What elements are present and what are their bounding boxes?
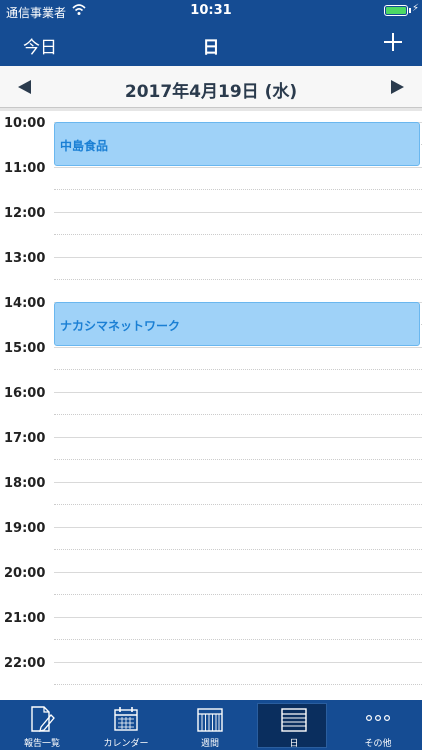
hour-label: 14:00 — [4, 296, 46, 311]
hour-row: 20:00 — [0, 562, 422, 607]
hour-row: 19:00 — [0, 517, 422, 562]
hour-divider — [54, 572, 422, 573]
half-hour-divider — [54, 459, 422, 460]
event-block[interactable]: ナカシマネットワーク — [54, 302, 420, 346]
hour-divider — [54, 347, 422, 348]
hour-row: 16:00 — [0, 382, 422, 427]
hour-label: 10:00 — [4, 116, 46, 131]
hour-label: 11:00 — [4, 161, 46, 176]
hour-label: 18:00 — [4, 476, 46, 491]
hour-label: 17:00 — [4, 431, 46, 446]
battery-icon — [384, 5, 408, 16]
next-day-icon[interactable] — [391, 80, 404, 94]
hour-label: 15:00 — [4, 341, 46, 356]
report-edit-icon — [31, 706, 55, 732]
add-icon[interactable] — [384, 33, 402, 51]
tab-day[interactable]: 日 — [252, 700, 336, 750]
half-hour-divider — [54, 234, 422, 235]
hour-divider — [54, 662, 422, 663]
more-dots-icon — [365, 715, 391, 722]
hour-label: 22:00 — [4, 656, 46, 671]
tab-week[interactable]: 週間 — [168, 700, 252, 750]
tab-report-list[interactable]: 報告一覧 — [0, 700, 84, 750]
half-hour-divider — [54, 189, 422, 190]
hour-row: 12:00 — [0, 202, 422, 247]
calendar-icon — [114, 707, 138, 731]
event-title: 中島食品 — [60, 139, 109, 153]
hour-row: 21:00 — [0, 607, 422, 652]
tab-label: カレンダー — [103, 739, 149, 749]
hour-divider — [54, 437, 422, 438]
charging-icon: ⚡ — [411, 3, 419, 14]
page-title: 日 — [202, 38, 220, 58]
week-grid-icon — [197, 708, 223, 732]
hour-divider — [54, 527, 422, 528]
tab-label: 報告一覧 — [23, 739, 60, 749]
status-bar: 通信事業者 10:31 ⚡ — [0, 0, 422, 22]
hour-label: 20:00 — [4, 566, 46, 581]
hour-row: 13:00 — [0, 247, 422, 292]
hour-divider — [54, 617, 422, 618]
tab-calendar[interactable]: カレンダー — [84, 700, 168, 750]
day-list-icon — [281, 708, 307, 732]
half-hour-divider — [54, 414, 422, 415]
hour-row: 22:00 — [0, 652, 422, 697]
tab-bar: 報告一覧 カレンダー 週間 日 その他 — [0, 700, 422, 750]
hour-divider — [54, 212, 422, 213]
event-block[interactable]: 中島食品 — [54, 122, 420, 166]
hour-divider — [54, 167, 422, 168]
hour-divider — [54, 257, 422, 258]
battery-tip — [409, 8, 411, 13]
status-time: 10:31 — [190, 3, 232, 18]
half-hour-divider — [54, 369, 422, 370]
hour-label: 16:00 — [4, 386, 46, 401]
hour-label: 12:00 — [4, 206, 46, 221]
half-hour-divider — [54, 279, 422, 280]
hour-divider — [54, 482, 422, 483]
hour-label: 19:00 — [4, 521, 46, 536]
hour-row: 17:00 — [0, 427, 422, 472]
half-hour-divider — [54, 504, 422, 505]
event-title: ナカシマネットワーク — [60, 319, 181, 333]
tab-label: その他 — [364, 739, 392, 749]
half-hour-divider — [54, 684, 422, 685]
tab-more[interactable]: その他 — [336, 700, 420, 750]
date-header: 2017年4月19日 (水) — [0, 66, 422, 111]
current-date: 2017年4月19日 (水) — [124, 82, 298, 102]
tab-label: 週間 — [200, 739, 219, 749]
hour-divider — [54, 392, 422, 393]
half-hour-divider — [54, 594, 422, 595]
tab-label: 日 — [289, 739, 299, 749]
day-timeline[interactable]: 10:00 11:00 12:00 13:00 14:00 15:00 16:0… — [0, 112, 422, 700]
hour-label: 21:00 — [4, 611, 46, 626]
half-hour-divider — [54, 639, 422, 640]
hour-label: 13:00 — [4, 251, 46, 266]
nav-bar: 今日 日 — [0, 22, 422, 66]
hour-row: 18:00 — [0, 472, 422, 517]
half-hour-divider — [54, 549, 422, 550]
